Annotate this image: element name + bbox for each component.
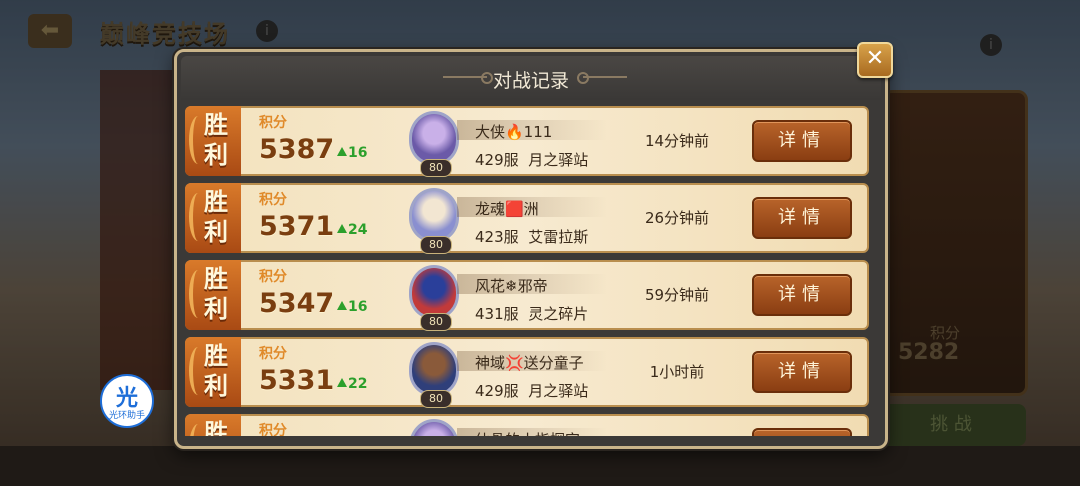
server-zone: 灵之碎片 [528,305,589,323]
close-button[interactable]: ✕ [857,42,893,78]
score-delta: 22 [337,376,367,392]
opponent-avatar[interactable] [409,188,459,242]
level-badge: 80 [420,390,452,408]
score-delta: 16 [337,299,367,315]
opponent-avatar[interactable] [409,265,459,319]
battle-record-modal: 对战记录 胜利 积分 5387 16 80 大侠🔥111 429服 月之驿站 1… [174,49,888,449]
delta-value: 16 [348,299,368,315]
result-badge: 胜利 [185,106,241,176]
server-zone: 艾雷拉斯 [528,228,589,246]
opponent-name: 龙魂🟥洲 [475,200,539,218]
delta-value: 22 [348,376,368,392]
battle-time: 59分钟前 [644,286,710,304]
helper-label: 光环助手 [108,411,145,421]
opponent-name: 神域💢送分童子 [475,354,584,372]
modal-header: 对战记录 [181,56,881,100]
score-value: 5371 [259,211,335,242]
result-badge: 胜利 [185,414,241,436]
record-row: 胜利 积分 5387 16 80 大侠🔥111 429服 月之驿站 14分钟前 … [185,106,869,177]
opponent-server: 429服 月之驿站 [475,380,588,401]
result-text: 胜利 [204,419,228,436]
result-text: 胜利 [204,265,228,323]
server-number: 431服 [475,305,519,323]
opponent-server: 429服 月之驿站 [475,149,588,170]
result-badge: 胜利 [185,260,241,330]
score-delta: 16 [337,145,367,161]
battle-time: 14分钟前 [644,132,710,150]
score-label: 积分 [259,192,287,208]
score-label: 积分 [259,423,287,436]
opponent-avatar[interactable] [409,419,459,436]
up-arrow-icon [337,224,347,233]
server-zone: 月之驿站 [528,151,589,169]
score-label: 积分 [259,346,287,362]
detail-button[interactable]: 详情 [752,274,852,316]
opponent-name: 大侠🔥111 [475,123,553,141]
detail-button[interactable]: 详情 [752,428,852,436]
title-flourish-right [577,72,627,84]
detail-button[interactable]: 详情 [752,197,852,239]
up-arrow-icon [337,378,347,387]
result-badge: 胜利 [185,183,241,253]
battle-time: 1小时前 [649,363,705,381]
record-list[interactable]: 胜利 积分 5387 16 80 大侠🔥111 429服 月之驿站 14分钟前 … [185,106,869,436]
result-text: 胜利 [204,111,228,169]
record-row: 胜利 积分 仙骨的小指探宫 详情 [185,414,869,436]
delta-value: 24 [348,222,368,238]
opponent-server: 431服 灵之碎片 [475,303,588,324]
score-value: 5331 [259,365,335,396]
detail-button[interactable]: 详情 [752,351,852,393]
opponent-name: 风花❄邪帝 [475,277,548,295]
server-zone: 月之驿站 [528,382,589,400]
level-badge: 80 [420,236,452,254]
level-badge: 80 [420,313,452,331]
detail-button[interactable]: 详情 [752,120,852,162]
server-number: 429服 [475,151,519,169]
result-text: 胜利 [204,188,228,246]
score-value: 5347 [259,288,335,319]
record-row: 胜利 积分 5331 22 80 神域💢送分童子 429服 月之驿站 1小时前 … [185,337,869,408]
helper-floating-button[interactable]: 光 光环助手 [100,374,154,428]
record-row: 胜利 积分 5371 24 80 龙魂🟥洲 423服 艾雷拉斯 26分钟前 详情 [185,183,869,254]
server-number: 423服 [475,228,519,246]
battle-time: 26分钟前 [644,209,710,227]
delta-value: 16 [348,145,368,161]
record-row: 胜利 积分 5347 16 80 风花❄邪帝 431服 灵之碎片 59分钟前 详… [185,260,869,331]
opponent-name: 仙骨的小指探宫 [475,429,580,436]
score-value: 5387 [259,134,335,165]
up-arrow-icon [337,147,347,156]
score-label: 积分 [259,269,287,285]
server-number: 429服 [475,382,519,400]
opponent-avatar[interactable] [409,111,459,165]
opponent-server: 423服 艾雷拉斯 [475,226,588,247]
up-arrow-icon [337,301,347,310]
modal-title: 对战记录 [492,70,569,92]
result-text: 胜利 [204,342,228,400]
opponent-avatar[interactable] [409,342,459,396]
score-label: 积分 [259,115,287,131]
score-delta: 24 [337,222,367,238]
level-badge: 80 [420,159,452,177]
result-badge: 胜利 [185,337,241,407]
